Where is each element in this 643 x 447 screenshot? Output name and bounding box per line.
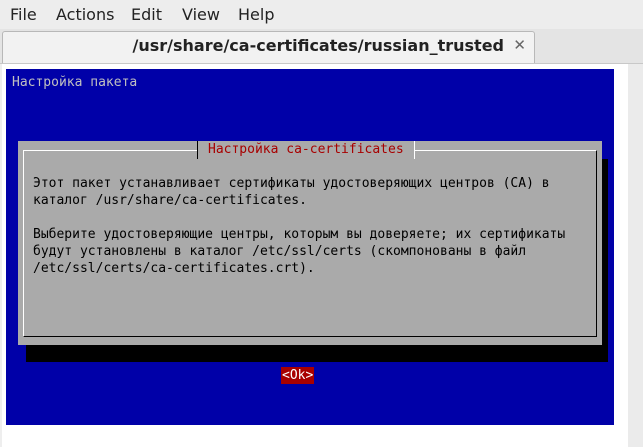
- menu-help[interactable]: Help: [238, 4, 274, 26]
- terminal-tab[interactable]: /usr/share/ca-certificates/russian_trust…: [2, 31, 535, 63]
- menu-actions[interactable]: Actions: [56, 4, 114, 26]
- backtitle: Настройка пакета: [12, 75, 138, 90]
- dialog-text-line: каталог /usr/share/ca-certificates.: [33, 193, 307, 208]
- dialog-text-line: /etc/ssl/certs/ca-certificates.crt).: [33, 261, 315, 276]
- menu-edit[interactable]: Edit: [131, 4, 162, 26]
- dialog: Настройка ca-certificates Этот пакет уст…: [18, 141, 602, 384]
- menu-bar: File Actions Edit View Help: [0, 0, 643, 29]
- terminal-scrollbar[interactable]: [628, 64, 643, 447]
- tab-title: /usr/share/ca-certificates/russian_trust…: [132, 36, 504, 55]
- dialog-text-line: Этот пакет устанавливает сертификаты удо…: [33, 176, 550, 191]
- tab-bar: /usr/share/ca-certificates/russian_trust…: [0, 29, 643, 64]
- ok-button[interactable]: <Ok>: [281, 367, 315, 384]
- menu-view[interactable]: View: [182, 4, 220, 26]
- close-icon[interactable]: ✕: [513, 36, 526, 54]
- dialog-text-line: Выберите удостоверяющие центры, которым …: [33, 227, 566, 242]
- terminal-screen: Настройка пакета Настройка ca-certificat…: [6, 69, 614, 425]
- terminal-view[interactable]: Настройка пакета Настройка ca-certificat…: [2, 64, 643, 447]
- dialog-text-line: будут установлены в каталог /etc/ssl/cer…: [33, 244, 527, 259]
- dialog-title: Настройка ca-certificates: [197, 141, 415, 159]
- menu-file[interactable]: File: [10, 4, 37, 26]
